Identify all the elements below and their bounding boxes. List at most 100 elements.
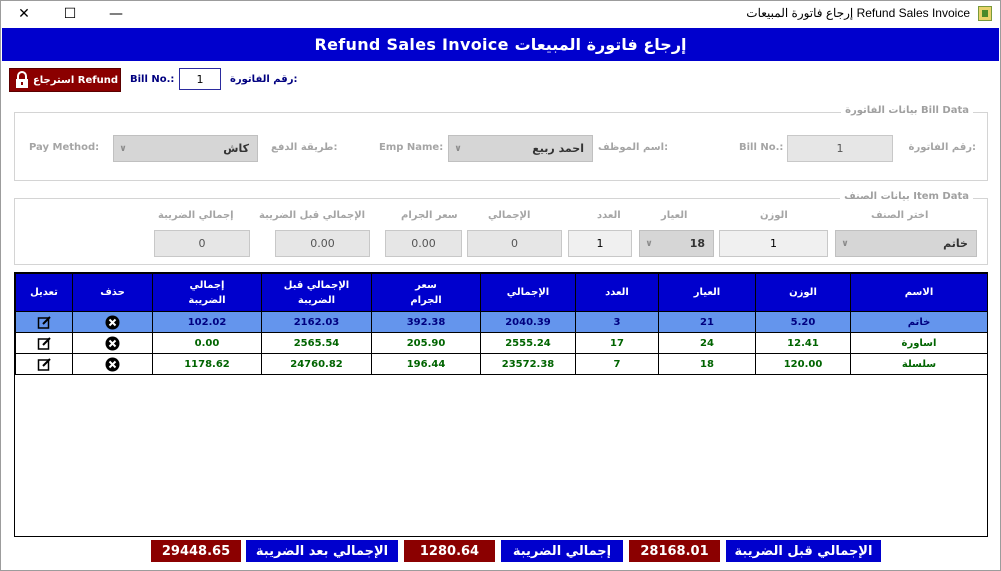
delete-cell[interactable] <box>72 311 153 333</box>
col-edit: تعديل <box>15 273 73 312</box>
cell-tax: 102.02 <box>152 311 262 333</box>
edit-cell[interactable] <box>15 353 73 375</box>
items-table: تعديل حذف إجمالي الضريبة الإجمالي قبل ال… <box>15 273 988 375</box>
col-karat: العيار <box>658 273 756 312</box>
cell-pre-tax: 2162.03 <box>261 311 372 333</box>
after-tax-total-label: الإجمالي بعد الضريبة <box>246 540 398 562</box>
lock-icon <box>13 69 31 91</box>
col-pre-tax: الإجمالي قبل الضريبة <box>261 273 372 312</box>
bill-data-legend: بيانات الفاتورة Bill Data <box>841 105 973 116</box>
delete-icon[interactable] <box>105 315 120 330</box>
col-total: الإجمالي <box>480 273 576 312</box>
items-grid: تعديل حذف إجمالي الضريبة الإجمالي قبل ال… <box>14 272 988 537</box>
window-title: إرجاع فاتورة المبيعات Refund Sales Invoi… <box>746 6 970 20</box>
edit-icon[interactable] <box>37 357 52 372</box>
col-delete: حذف <box>72 273 153 312</box>
pre-tax-field: 0.00 <box>275 230 370 257</box>
col-tax: إجمالي الضريبة <box>152 273 262 312</box>
edit-cell[interactable] <box>15 332 73 354</box>
col-gram-price: سعر الجرام <box>371 273 481 312</box>
karat-select[interactable]: ∨ 18 <box>639 230 714 257</box>
cell-tax: 1178.62 <box>152 353 262 375</box>
header-band: Refund Sales Invoice إرجاع فاتورة المبيع… <box>2 28 999 61</box>
cell-name: سلسلة <box>850 353 988 375</box>
cell-gram-price: 392.38 <box>371 311 481 333</box>
karat-label: العيار <box>661 210 688 221</box>
cell-karat: 21 <box>658 311 756 333</box>
choose-item-select[interactable]: ∨ خاتم <box>835 230 977 257</box>
item-data-legend: بيانات الصنف Item Data <box>840 191 973 202</box>
pay-method-label-ar: طريقة الدفع: <box>271 142 338 153</box>
emp-name-select[interactable]: ∨ احمد ربيع <box>448 135 593 162</box>
bill-no-label-en: Bill No.: <box>130 74 175 85</box>
cell-tax: 0.00 <box>152 332 262 354</box>
bill-no-label-ar-2: رقم الفاتورة: <box>908 142 976 153</box>
delete-icon[interactable] <box>105 336 120 351</box>
chevron-down-icon: ∨ <box>841 238 849 249</box>
delete-cell[interactable] <box>72 353 153 375</box>
bill-no-label-en-2: Bill No.: <box>739 142 784 153</box>
choose-item-value: خاتم <box>943 237 968 250</box>
item-data-group: بيانات الصنف Item Data اختر الصنف ∨ خاتم… <box>14 191 988 265</box>
gram-price-field: 0.00 <box>385 230 462 257</box>
minimize-icon[interactable]: — <box>93 1 139 27</box>
cell-count: 3 <box>575 311 659 333</box>
delete-icon[interactable] <box>105 357 120 372</box>
pre-tax-label: الإجمالي قبل الضريبة <box>259 210 366 221</box>
count-label: العدد <box>597 210 621 221</box>
total-field: 0 <box>467 230 562 257</box>
pay-method-value: كاش <box>223 142 249 155</box>
emp-name-label-ar: اسم الموظف: <box>598 142 669 153</box>
bill-data-group: بيانات الفاتورة Bill Data رقم الفاتورة: … <box>14 105 988 181</box>
refund-invoice-window: ✕ ☐ — إرجاع فاتورة المبيعات Refund Sales… <box>0 0 1001 571</box>
edit-cell[interactable] <box>15 311 73 333</box>
refund-button-label: استرجاع Refund <box>32 74 119 86</box>
cell-weight: 5.20 <box>755 311 851 333</box>
pre-tax-total-label: الإجمالي قبل الضريبة <box>726 540 881 562</box>
bill-no-input[interactable]: 1 <box>179 68 221 90</box>
pre-tax-total-value: 28168.01 <box>629 540 720 562</box>
pay-method-select[interactable]: ∨ كاش <box>113 135 258 162</box>
edit-icon[interactable] <box>37 336 52 351</box>
pay-method-label-en: Pay Method: <box>29 142 100 153</box>
title-bar: ✕ ☐ — إرجاع فاتورة المبيعات Refund Sales… <box>1 1 1000 27</box>
cell-total: 2555.24 <box>480 332 576 354</box>
cell-karat: 24 <box>658 332 756 354</box>
table-header-row: تعديل حذف إجمالي الضريبة الإجمالي قبل ال… <box>15 273 988 312</box>
table-row[interactable]: 1178.62 24760.82 196.44 23572.38 7 18 12… <box>15 353 988 375</box>
app-icon <box>978 6 992 21</box>
cell-weight: 12.41 <box>755 332 851 354</box>
tax-field: 0 <box>154 230 250 257</box>
col-name: الاسم <box>850 273 988 312</box>
choose-item-label: اختر الصنف <box>871 210 929 221</box>
bill-no-label-ar: رقم الفاتورة: <box>230 74 298 85</box>
tax-label: إجمالي الضريبة <box>158 210 234 221</box>
delete-cell[interactable] <box>72 332 153 354</box>
cell-name: اساورة <box>850 332 988 354</box>
col-weight: الوزن <box>755 273 851 312</box>
cell-pre-tax: 2565.54 <box>261 332 372 354</box>
cell-gram-price: 196.44 <box>371 353 481 375</box>
count-input[interactable]: 1 <box>568 230 632 257</box>
close-icon[interactable]: ✕ <box>1 1 47 27</box>
weight-label: الوزن <box>760 210 788 221</box>
total-label: الإجمالي <box>488 210 531 221</box>
maximize-icon[interactable]: ☐ <box>47 1 93 27</box>
cell-pre-tax: 24760.82 <box>261 353 372 375</box>
refund-button[interactable]: استرجاع Refund <box>9 68 121 92</box>
emp-name-value: احمد ربيع <box>532 142 584 155</box>
tax-total-value: 1280.64 <box>404 540 495 562</box>
chevron-down-icon: ∨ <box>645 238 653 249</box>
cell-count: 17 <box>575 332 659 354</box>
chevron-down-icon: ∨ <box>119 143 127 154</box>
cell-name: خاتم <box>850 311 988 333</box>
table-row[interactable]: 102.02 2162.03 392.38 2040.39 3 21 5.20 … <box>15 311 988 333</box>
edit-icon[interactable] <box>37 315 52 330</box>
table-row[interactable]: 0.00 2565.54 205.90 2555.24 17 24 12.41 … <box>15 332 988 354</box>
cell-gram-price: 205.90 <box>371 332 481 354</box>
karat-value: 18 <box>689 237 705 250</box>
bill-no-field[interactable]: 1 <box>787 135 893 162</box>
weight-input[interactable]: 1 <box>719 230 828 257</box>
cell-weight: 120.00 <box>755 353 851 375</box>
cell-karat: 18 <box>658 353 756 375</box>
